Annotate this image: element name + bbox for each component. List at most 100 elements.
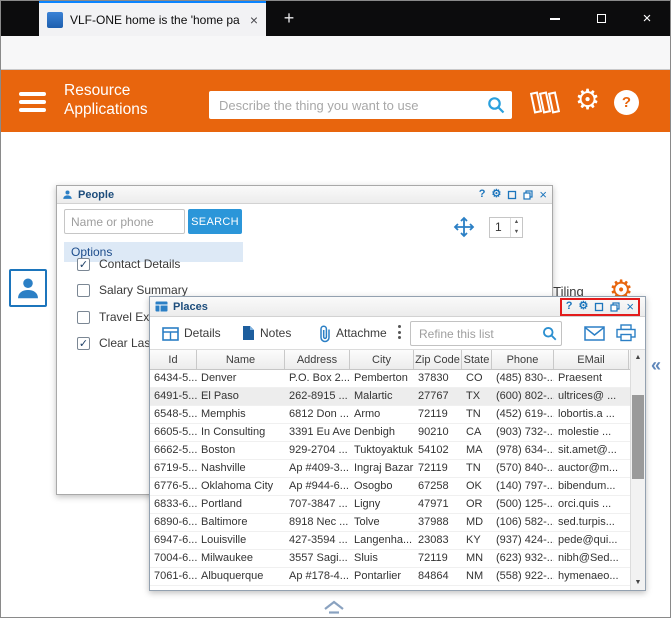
people-count-spinner[interactable]: 1 ▲ ▼ — [489, 217, 523, 238]
people-search-button[interactable]: SEARCH — [188, 209, 242, 234]
table-cell: Memphis — [201, 408, 246, 420]
refine-list-box[interactable] — [410, 321, 562, 346]
panel-restore-icon[interactable] — [523, 189, 534, 200]
table-cell: (500) 125-... — [496, 498, 554, 510]
people-name-input[interactable] — [64, 209, 185, 234]
column-header[interactable]: Address — [285, 350, 350, 369]
panel-restore-icon[interactable] — [610, 301, 621, 312]
minimize-button[interactable] — [532, 1, 578, 36]
table-scrollbar[interactable]: ▲ ▼ — [630, 350, 645, 590]
column-header[interactable]: Phone — [492, 350, 554, 369]
notes-icon[interactable] — [242, 325, 255, 341]
scroll-up-icon[interactable]: ▲ — [631, 350, 645, 365]
table-row[interactable]: 6434-5... Denver P.O. Box 2... Pemberton 378… — [150, 370, 630, 388]
table-cell: (623) 932-... — [496, 552, 554, 564]
checkbox-unchecked[interactable] — [77, 283, 90, 297]
table-row[interactable]: 6662-5... Boston 929-2704 ... Tuktoyaktuk 54… — [150, 442, 630, 460]
people-panel-icons: ? ⚙ × — [479, 188, 547, 201]
checkbox-unchecked[interactable] — [77, 310, 90, 324]
tab-close-icon[interactable]: × — [250, 13, 258, 27]
window-close-button[interactable]: × — [624, 1, 670, 36]
collapse-right-handle[interactable]: « — [651, 355, 661, 376]
browser-tab[interactable]: VLF-ONE home is the 'home pa × — [39, 1, 266, 36]
details-icon[interactable] — [162, 326, 179, 342]
panel-close-icon[interactable]: × — [539, 188, 547, 201]
panel-maximize-icon[interactable] — [594, 302, 604, 312]
table-cell: 6812 Don ... — [289, 408, 349, 420]
table-cell: 6434-5... — [154, 372, 197, 384]
table-cell: sed.turpis... — [558, 516, 615, 528]
new-tab-button[interactable]: + — [277, 7, 301, 31]
column-header[interactable]: Id — [150, 350, 197, 369]
table-row[interactable]: 6719-5... Nashville Ap #409-3... Ingraj Baz… — [150, 460, 630, 478]
table-row[interactable]: 6491-5... El Paso 262-8915 ... Malartic 2776… — [150, 388, 630, 406]
details-button[interactable]: Details — [184, 326, 221, 340]
toolbar-more-icon[interactable] — [398, 325, 401, 339]
move-panel-icon[interactable] — [453, 216, 475, 238]
table-cell: orci.quis ... — [558, 498, 612, 510]
people-checkbox-row[interactable]: ✓ Contact Details — [77, 255, 180, 273]
places-panel-title: Places — [173, 300, 208, 313]
maximize-button[interactable] — [578, 1, 624, 36]
panel-close-icon[interactable]: × — [626, 300, 634, 313]
table-cell: 6947-6... — [154, 534, 197, 546]
table-cell: MN — [466, 552, 484, 564]
paperclip-icon[interactable] — [318, 324, 332, 343]
table-row[interactable]: 6890-6... Baltimore 8918 Nec ... Tolve 37988… — [150, 514, 630, 532]
scroll-down-icon[interactable]: ▼ — [631, 575, 645, 590]
table-cell: 72119 — [418, 408, 448, 420]
table-cell: 6548-5... — [154, 408, 197, 420]
minimize-icon — [550, 17, 560, 20]
people-app-button[interactable] — [9, 269, 47, 307]
column-header[interactable]: EMail — [554, 350, 629, 369]
expand-bottom-handle[interactable] — [321, 599, 347, 615]
app-search-box[interactable] — [209, 91, 512, 119]
table-row[interactable]: 6605-5... In Consulting 3391 Eu Ave Denbigh… — [150, 424, 630, 442]
print-icon[interactable] — [616, 324, 636, 342]
table-cell: molestie ... — [558, 426, 612, 438]
panel-help-icon[interactable]: ? — [566, 301, 573, 312]
refine-list-input[interactable] — [410, 321, 562, 346]
table-row[interactable]: 6833-6... Portland 707-3847 ... Ligny 47971 O… — [150, 496, 630, 514]
search-icon[interactable] — [542, 326, 557, 341]
table-cell: auctor@m... — [558, 462, 619, 474]
table-row[interactable]: 7061-6... Albuquerque Ap #178-4... Pontarli… — [150, 568, 630, 586]
places-panel-titlebar[interactable]: Places ? ⚙ × — [150, 297, 645, 317]
table-row[interactable]: 6776-5... Oklahoma City Ap #944-6... Osogbo… — [150, 478, 630, 496]
app-title: Resource Applications — [64, 82, 148, 118]
library-icon[interactable] — [528, 89, 560, 116]
table-row[interactable]: 6548-5... Memphis 6812 Don ... Armo 72119 TN (… — [150, 406, 630, 424]
checkbox-checked[interactable]: ✓ — [77, 257, 90, 271]
app-search-input[interactable] — [209, 91, 512, 119]
column-header[interactable]: Zip Code — [414, 350, 462, 369]
help-icon[interactable]: ? — [614, 90, 639, 115]
table-cell: (937) 424-... — [496, 534, 554, 546]
column-header[interactable]: State — [462, 350, 492, 369]
people-panel-titlebar[interactable]: People ? ⚙ × — [57, 186, 552, 204]
panel-maximize-icon[interactable] — [507, 190, 517, 200]
maximize-icon — [596, 14, 606, 23]
table-row[interactable]: 6947-6... Louisville 427-3594 ... Langenha.… — [150, 532, 630, 550]
search-icon[interactable] — [487, 96, 505, 114]
scroll-thumb[interactable] — [632, 395, 644, 479]
panel-help-icon[interactable]: ? — [479, 189, 486, 200]
column-header[interactable]: City — [350, 350, 414, 369]
panel-gear-icon[interactable]: ⚙ — [579, 301, 589, 312]
spinner-up-icon[interactable]: ▲ — [511, 218, 522, 228]
places-table-body: 6434-5... Denver P.O. Box 2... Pemberton 378… — [150, 370, 630, 590]
notes-button[interactable]: Notes — [260, 326, 291, 340]
email-icon[interactable] — [584, 326, 605, 341]
panel-gear-icon[interactable]: ⚙ — [492, 189, 502, 200]
app-menu-button[interactable] — [19, 92, 46, 112]
spinner-down-icon[interactable]: ▼ — [511, 228, 522, 238]
checkbox-label: Salary Summary — [99, 283, 188, 297]
places-icon — [155, 301, 168, 312]
column-header[interactable]: Name — [197, 350, 285, 369]
checkbox-checked[interactable]: ✓ — [77, 336, 90, 350]
checkbox-label: Contact Details — [99, 257, 181, 271]
table-cell: sit.amet@... — [558, 444, 617, 456]
table-cell: Ingraj Bazar — [354, 462, 414, 474]
settings-gear-icon[interactable]: ⚙ — [575, 84, 600, 116]
table-row[interactable]: 7004-6... Milwaukee 3557 Sagi... Sluis 72119… — [150, 550, 630, 568]
attachments-button[interactable]: Attachme — [336, 326, 394, 340]
